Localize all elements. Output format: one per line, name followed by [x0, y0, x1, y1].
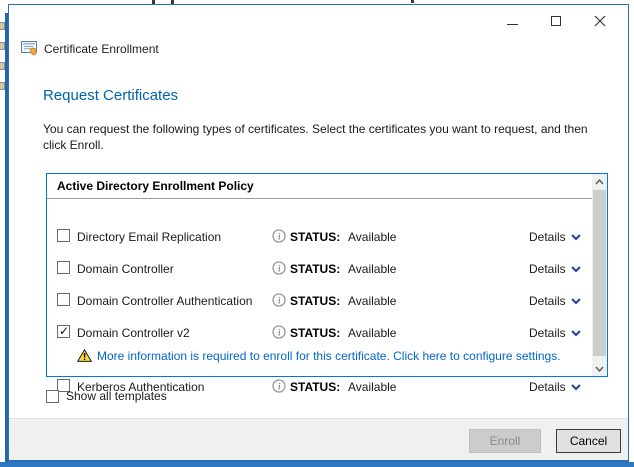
enroll-button[interactable]: Enroll: [469, 429, 541, 453]
status-value: Available: [348, 380, 396, 394]
vertical-scrollbar[interactable]: [592, 174, 607, 376]
configure-settings-link[interactable]: More information is required to enroll f…: [97, 349, 561, 363]
dialog-footer: Enroll Cancel: [9, 418, 628, 460]
table-row: Domain Controller Authentication i STATU…: [47, 293, 592, 308]
show-all-templates-label: Show all templates: [66, 389, 167, 403]
certificate-enrollment-dialog: Certificate Enrollment Request Certifica…: [8, 4, 629, 462]
show-all-templates-checkbox[interactable]: [46, 390, 59, 403]
close-icon: [594, 15, 606, 27]
app-header: Certificate Enrollment: [21, 41, 159, 56]
info-icon: i: [272, 261, 286, 278]
minimize-button[interactable]: [490, 7, 534, 35]
background-window-bottom-border: [0, 462, 634, 467]
template-name: Directory Email Replication: [77, 230, 221, 244]
enrollment-policy-header: Active Directory Enrollment Policy: [57, 179, 254, 193]
background-list-icon-fragment: [0, 62, 5, 70]
template-rows: Directory Email Replication i STATUS: Av…: [47, 199, 592, 376]
status-value: Available: [348, 230, 396, 244]
show-all-templates-control: Show all templates: [46, 389, 167, 403]
template-name: Domain Controller v2: [77, 326, 190, 340]
chevron-down-icon: [571, 384, 581, 391]
chevron-down-icon: [571, 298, 581, 305]
background-list-icon-fragment: [0, 42, 5, 50]
details-button[interactable]: Details: [529, 380, 581, 394]
warning-row: More information is required to enroll f…: [47, 348, 592, 364]
details-button[interactable]: Details: [529, 230, 581, 244]
chevron-up-icon: [595, 179, 604, 185]
warning-icon: [77, 349, 92, 365]
background-list-icon-fragment: [0, 22, 5, 30]
info-icon: i: [272, 293, 286, 310]
chevron-down-icon: [571, 234, 581, 241]
info-icon: i: [272, 229, 286, 246]
window-caption-buttons: [490, 7, 622, 35]
template-name: Domain Controller Authentication: [77, 294, 252, 308]
page-description: You can request the following types of c…: [43, 121, 599, 153]
status-label: STATUS:: [290, 230, 340, 244]
close-button[interactable]: [578, 7, 622, 35]
template-checkbox[interactable]: [57, 325, 70, 338]
info-icon: i: [272, 379, 286, 396]
page-title: Request Certificates: [43, 87, 178, 104]
background-text-fragment: [411, 0, 414, 3]
details-button[interactable]: Details: [529, 262, 581, 276]
template-checkbox[interactable]: [57, 229, 70, 242]
table-row: Domain Controller v2 i STATUS: Available…: [47, 325, 592, 340]
template-checkbox[interactable]: [57, 261, 70, 274]
maximize-button[interactable]: [534, 7, 578, 35]
desktop: { "header": { "app_name": "Certificate E…: [0, 0, 634, 467]
cancel-button[interactable]: Cancel: [556, 429, 621, 453]
status-value: Available: [348, 262, 396, 276]
status-label: STATUS:: [290, 262, 340, 276]
status-label: STATUS:: [290, 294, 340, 308]
scroll-up-button[interactable]: [592, 174, 607, 189]
chevron-down-icon: [571, 266, 581, 273]
minimize-icon: [507, 24, 518, 25]
details-button[interactable]: Details: [529, 294, 581, 308]
info-icon: i: [272, 325, 286, 342]
chevron-down-icon: [595, 366, 604, 372]
status-label: STATUS:: [290, 326, 340, 340]
table-row: Domain Controller i STATUS: Available De…: [47, 261, 592, 276]
certificate-icon: [21, 41, 38, 56]
background-list-icon-fragment: [0, 82, 5, 90]
table-row: Directory Email Replication i STATUS: Av…: [47, 229, 592, 244]
details-button[interactable]: Details: [529, 326, 581, 340]
app-title: Certificate Enrollment: [44, 42, 159, 56]
maximize-icon: [551, 16, 561, 26]
status-value: Available: [348, 294, 396, 308]
scrollbar-thumb[interactable]: [593, 190, 606, 356]
chevron-down-icon: [571, 330, 581, 337]
certificate-template-list: Active Directory Enrollment Policy Direc…: [46, 173, 608, 377]
scroll-down-button[interactable]: [592, 361, 607, 376]
template-name: Domain Controller: [77, 262, 174, 276]
status-label: STATUS:: [290, 380, 340, 394]
template-checkbox[interactable]: [57, 293, 70, 306]
status-value: Available: [348, 326, 396, 340]
